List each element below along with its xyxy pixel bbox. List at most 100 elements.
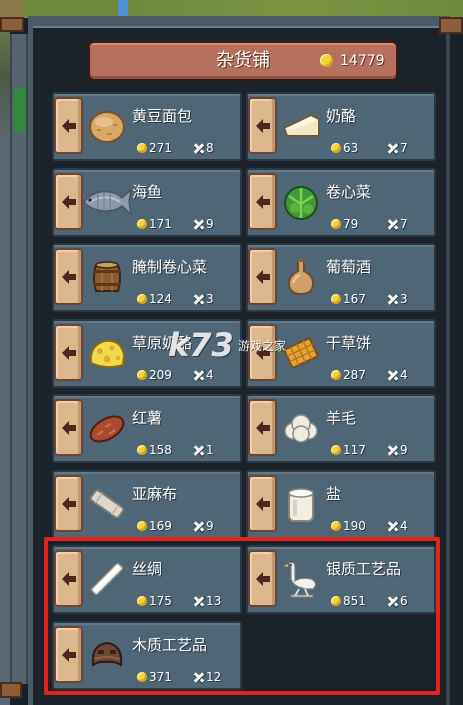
- item-count: 4: [400, 518, 408, 533]
- transfer-arrow-button[interactable]: [54, 399, 83, 456]
- item-count: 9: [206, 518, 214, 533]
- item-count: 4: [400, 367, 408, 382]
- wine-bottle-icon: [281, 257, 321, 297]
- coin-icon: [331, 369, 341, 380]
- item-card[interactable]: 黄豆面包 271 8: [52, 92, 242, 161]
- left-arrow-icon: [62, 496, 76, 511]
- wool-icon: [281, 408, 321, 448]
- transfer-arrow-button[interactable]: [54, 97, 83, 154]
- item-price: 171: [149, 216, 172, 231]
- coin-icon: [137, 294, 147, 304]
- coin-icon: [320, 54, 333, 67]
- quantity-x-icon: [388, 219, 398, 229]
- hay-cake-icon: [281, 333, 321, 373]
- item-price: 287: [343, 367, 366, 382]
- left-arrow-icon: [256, 270, 270, 284]
- item-count: 7: [400, 216, 408, 231]
- item-card[interactable]: 羊毛 117 9: [246, 394, 436, 463]
- watermark-text: 游戏之家: [238, 339, 287, 353]
- item-name: 盐: [326, 484, 342, 503]
- quantity-x-icon: [194, 521, 204, 531]
- item-name: 葡萄酒: [326, 258, 372, 276]
- transfer-arrow-button[interactable]: [248, 97, 277, 154]
- panel-top-trim: [33, 26, 446, 28]
- highlight-box: [44, 537, 440, 695]
- quantity-x-icon: [388, 370, 398, 380]
- item-card[interactable]: 盐 190 4: [246, 469, 436, 539]
- item-price: 190: [343, 518, 366, 533]
- sweet-potato-icon: [87, 408, 127, 448]
- left-arrow-icon: [256, 421, 270, 435]
- transfer-arrow-button[interactable]: [54, 323, 83, 381]
- coin-icon: [331, 143, 341, 153]
- item-count: 9: [206, 216, 214, 231]
- item-name: 红薯: [132, 409, 163, 427]
- item-card[interactable]: 奶酪 63 7: [246, 92, 436, 161]
- item-card[interactable]: 葡萄酒 167 3: [246, 243, 436, 312]
- quantity-x-icon: [194, 445, 204, 455]
- salt-jar-icon: [281, 484, 321, 524]
- transfer-arrow-button[interactable]: [54, 474, 83, 532]
- item-card[interactable]: 红薯 158 1: [52, 394, 242, 463]
- left-arrow-icon: [62, 119, 76, 133]
- quantity-x-icon: [388, 294, 398, 304]
- left-arrow-icon: [62, 421, 76, 435]
- item-card[interactable]: 干草饼 287 4: [246, 318, 436, 388]
- quantity-x-icon: [388, 445, 398, 455]
- transfer-arrow-button[interactable]: [54, 248, 83, 305]
- barrel-icon: [87, 257, 127, 297]
- left-arrow-icon: [62, 345, 76, 360]
- item-name: 腌制卷心菜: [132, 258, 208, 276]
- fish-icon: [82, 180, 132, 220]
- cheese-wheel-icon: [87, 333, 127, 373]
- coin-icon: [137, 369, 147, 380]
- frame-corner-top-right: [439, 17, 463, 34]
- left-arrow-icon: [62, 270, 76, 284]
- transfer-arrow-button[interactable]: [248, 248, 277, 305]
- transfer-arrow-button[interactable]: [248, 399, 277, 456]
- transfer-arrow-button[interactable]: [248, 474, 277, 532]
- linen-roll-icon: [87, 484, 127, 524]
- coin-icon: [331, 445, 341, 455]
- item-price: 167: [343, 292, 366, 306]
- item-card[interactable]: 腌制卷心菜 124 3: [52, 243, 242, 312]
- item-name: 亚麻布: [132, 484, 178, 503]
- item-card[interactable]: 卷心菜 79 7: [246, 167, 436, 237]
- coin-icon: [137, 218, 147, 229]
- item-count: 7: [400, 141, 408, 155]
- quantity-x-icon: [388, 143, 398, 153]
- transfer-arrow-button[interactable]: [248, 172, 277, 230]
- frame-corner-bottom-left: [0, 682, 22, 698]
- item-price: 117: [343, 443, 366, 457]
- item-count: 3: [400, 292, 408, 306]
- item-price: 63: [343, 141, 359, 155]
- item-name: 奶酪: [326, 107, 357, 125]
- item-name: 海鱼: [132, 182, 163, 201]
- store-header: 杂货铺 14779: [88, 41, 398, 81]
- item-price: 271: [149, 141, 172, 155]
- item-count: 3: [206, 292, 214, 306]
- watermark-logo: k73: [168, 326, 234, 364]
- item-count: 9: [400, 443, 408, 457]
- item-card[interactable]: 海鱼 171 9: [52, 167, 242, 237]
- transfer-arrow-button[interactable]: [54, 172, 83, 230]
- left-arrow-icon: [256, 496, 270, 511]
- item-card[interactable]: 亚麻布 169 9: [52, 469, 242, 539]
- coin-icon: [137, 143, 147, 153]
- game-map-edge: [0, 18, 10, 705]
- item-count: 4: [206, 367, 214, 382]
- item-name: 黄豆面包: [132, 107, 193, 125]
- quantity-x-icon: [194, 370, 204, 380]
- item-price: 158: [149, 443, 172, 457]
- left-arrow-icon: [256, 194, 270, 209]
- item-price: 169: [149, 518, 172, 533]
- item-count: 1: [206, 443, 214, 457]
- quantity-x-icon: [388, 521, 398, 531]
- item-name: 卷心菜: [326, 182, 372, 201]
- quantity-x-icon: [194, 219, 204, 229]
- coin-icon: [137, 520, 147, 531]
- cabbage-icon: [281, 182, 321, 222]
- item-price: 79: [343, 216, 359, 231]
- side-rail-map-patch: [14, 88, 26, 132]
- quantity-x-icon: [194, 294, 204, 304]
